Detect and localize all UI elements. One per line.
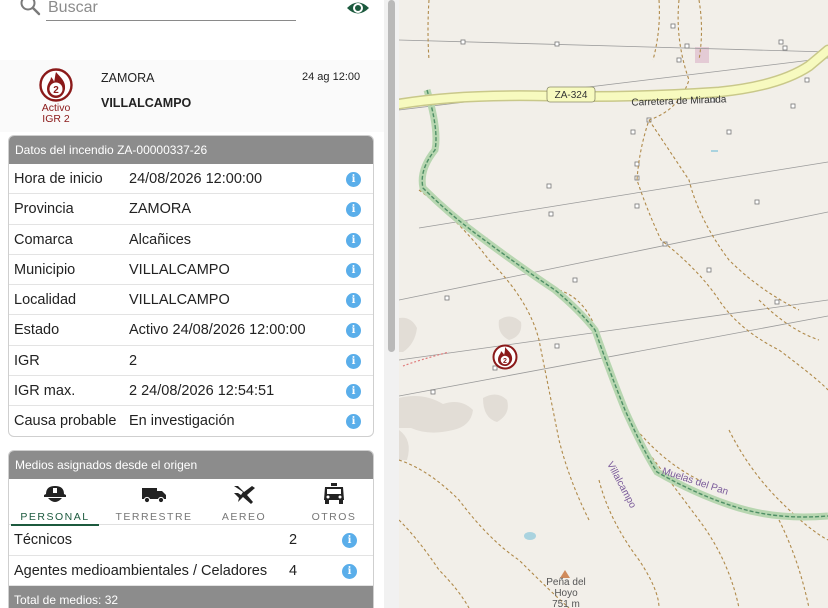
status-line-2: IGR 2	[42, 113, 70, 125]
incident-provincia: ZAMORA	[101, 71, 155, 85]
road-ref-label: ZA-324	[555, 90, 588, 101]
panel-scrollbar[interactable]	[384, 0, 399, 608]
info-icon[interactable]: i	[346, 414, 361, 430]
road-za324[interactable]	[399, 46, 828, 108]
incident-data-card: Datos del incendio ZA-00000337-26 Hora d…	[8, 135, 374, 437]
incident-data-row: IGR 2 i	[9, 346, 373, 377]
pond	[524, 532, 536, 540]
water-dash	[711, 150, 718, 152]
row-label: IGR max.	[14, 383, 76, 400]
resources-total: Total de medios: 32	[9, 586, 373, 608]
vehicle-front-icon	[324, 483, 344, 504]
info-icon[interactable]: i	[346, 172, 361, 187]
row-value: ZAMORA	[129, 201, 192, 218]
incident-data-table: Hora de inicio 24/08/2026 12:00:00 i Provin…	[9, 164, 373, 436]
incident-data-row: Comarca Alcañices i	[9, 225, 373, 255]
info-icon[interactable]: i	[342, 563, 357, 579]
peak-line-1: Peña del	[546, 577, 586, 588]
tab-otros[interactable]: OTROS	[289, 479, 373, 525]
power-towers	[430, 23, 810, 395]
red-track	[402, 351, 450, 367]
tab-otros-label: OTROS	[311, 511, 357, 523]
resource-count: 2	[289, 532, 298, 548]
row-value: Alcañices	[129, 231, 192, 248]
row-value: VILLALCAMPO	[129, 292, 230, 309]
resource-label: Agentes medioambientales / Celadores	[14, 562, 268, 579]
fire-marker-number: 2	[503, 358, 507, 365]
incident-data-row: Provincia ZAMORA i	[9, 194, 373, 225]
info-icon[interactable]: i	[342, 533, 357, 548]
search-icon[interactable]	[19, 0, 41, 16]
row-label: Hora de inicio	[14, 171, 103, 187]
row-label: IGR	[14, 352, 40, 369]
peak-line-3: 751 m	[552, 599, 580, 608]
row-value: En investigación	[129, 413, 235, 430]
info-icon[interactable]: i	[346, 232, 361, 248]
row-label: Municipio	[14, 261, 76, 278]
search-bar	[0, 0, 384, 58]
row-label: Estado	[14, 322, 60, 339]
row-value: VILLALCAMPO	[129, 261, 230, 278]
eye-icon[interactable]	[346, 0, 370, 18]
tab-aereo-label: AEREO	[221, 511, 267, 523]
municipal-boundary	[418, 88, 828, 521]
fire-marker[interactable]: 2	[492, 344, 518, 370]
row-value: 24/08/2026 12:00:00	[129, 171, 263, 187]
tab-personal-label: PERSONAL	[20, 511, 90, 523]
tab-personal[interactable]: PERSONAL	[10, 479, 100, 526]
info-icon[interactable]: i	[346, 293, 361, 309]
road-name-label: Carretera de Miranda	[631, 94, 727, 108]
rocky-areas	[399, 316, 522, 460]
airplane-icon	[234, 486, 255, 504]
incident-data-row: Localidad VILLALCAMPO i	[9, 285, 373, 316]
tab-aereo[interactable]: AEREO	[199, 479, 289, 525]
row-value: 2	[129, 352, 138, 369]
incident-summary[interactable]: 2 Activo IGR 2 ZAMORA VILLALCAMPO 24 ag …	[0, 60, 384, 132]
fire-igr-icon: 2	[39, 68, 73, 102]
firefighter-helmet-icon	[44, 486, 66, 502]
incident-data-row: IGR max. 2 24/08/2026 12:54:51 i	[9, 376, 373, 407]
row-label: Causa probable	[14, 413, 117, 430]
incident-data-row: Estado Activo 24/08/2026 12:00:00 i	[9, 315, 373, 346]
peak-label: Peña del Hoyo 751 m	[542, 577, 590, 608]
row-label: Comarca	[14, 231, 73, 248]
info-icon[interactable]: i	[346, 323, 361, 339]
resource-row: Agentes medioambientales / Celadores 4 i	[9, 556, 373, 586]
info-icon[interactable]: i	[346, 384, 361, 400]
info-icon[interactable]: i	[346, 262, 361, 278]
building	[695, 47, 709, 63]
resource-row: Técnicos 2 i	[9, 525, 373, 556]
incident-data-title: Datos del incendio ZA-00000337-26	[9, 136, 373, 164]
row-label: Provincia	[14, 201, 74, 218]
incident-data-row: Municipio VILLALCAMPO i	[9, 255, 373, 286]
tab-terrestre-label: TERRESTRE	[115, 511, 193, 523]
resource-count: 4	[289, 562, 298, 579]
peak-line-2: Hoyo	[554, 588, 578, 599]
app-root: 2 Activo IGR 2 ZAMORA VILLALCAMPO 24 ag …	[0, 0, 828, 608]
incident-municipio: VILLALCAMPO	[101, 96, 192, 110]
tab-terrestre[interactable]: TERRESTRE	[109, 479, 199, 525]
incident-data-row: Hora de inicio 24/08/2026 12:00:00 i	[9, 164, 373, 195]
map-canvas[interactable]: ZA-324 Carretera de Miranda 2	[399, 0, 828, 608]
boundary-line	[421, 89, 828, 518]
search-input[interactable]	[46, 0, 296, 21]
incident-date: 24 ag 12:00	[302, 71, 361, 83]
incident-status: Activo IGR 2	[28, 103, 84, 125]
incident-panel: 2 Activo IGR 2 ZAMORA VILLALCAMPO 24 ag …	[0, 0, 384, 608]
resources-tabs: PERSONAL TERRESTRE AEREO OTROS	[9, 479, 373, 526]
resources-table: Técnicos 2 i Agentes medioambientales / Cel…	[9, 525, 373, 586]
row-value: Activo 24/08/2026 12:00:00	[129, 322, 306, 339]
resource-label: Técnicos	[14, 532, 73, 548]
incident-data-row: Causa probable En investigación i	[9, 406, 373, 436]
row-value: 2 24/08/2026 12:54:51	[129, 383, 275, 400]
info-icon[interactable]: i	[346, 202, 361, 218]
resources-card: Medios asignados desde el origen PERSONA…	[8, 450, 374, 608]
scrollbar-thumb[interactable]	[388, 0, 395, 352]
map-view[interactable]: ZA-324 Carretera de Miranda 2 Villalcamp…	[399, 0, 828, 608]
igr-badge-number: 2	[53, 85, 59, 96]
fire-truck-icon	[142, 488, 166, 504]
resources-title: Medios asignados desde el origen	[9, 451, 373, 479]
row-label: Localidad	[14, 292, 77, 309]
info-icon[interactable]: i	[346, 353, 361, 369]
